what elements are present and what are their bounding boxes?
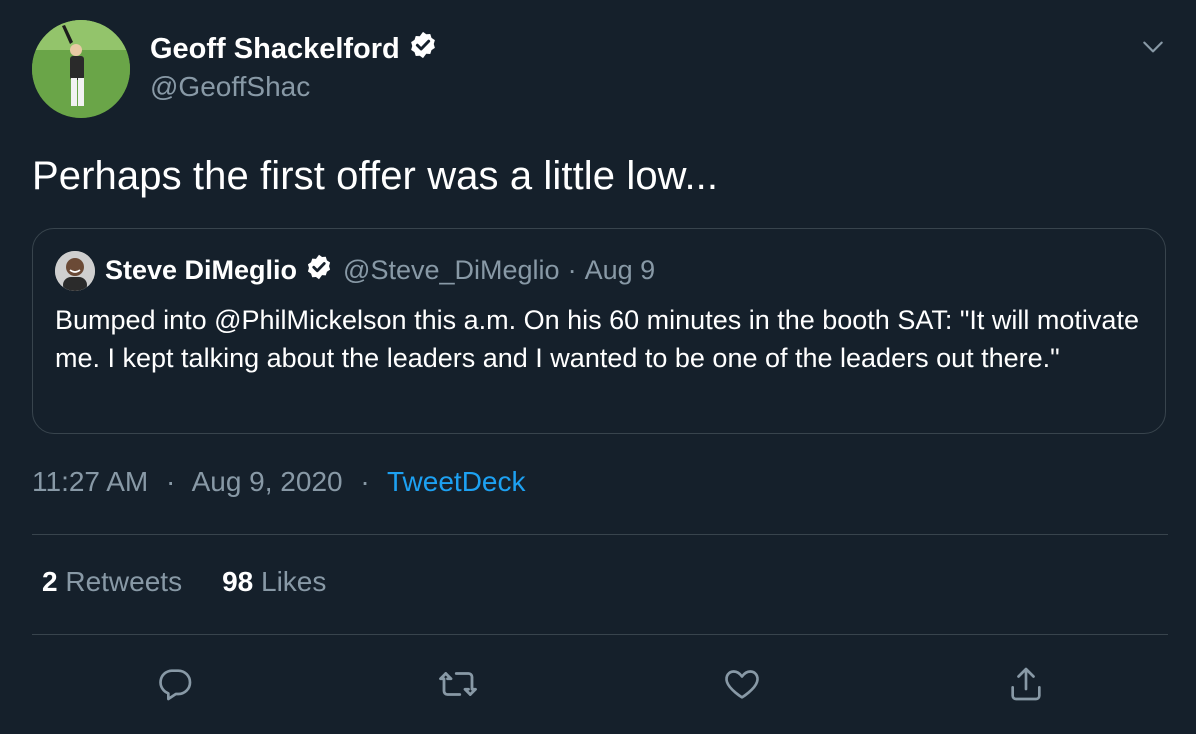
retweets-count: 2 bbox=[42, 566, 58, 597]
tweet-text: Perhaps the first offer was a little low… bbox=[32, 154, 719, 198]
retweet-button[interactable] bbox=[436, 664, 480, 708]
verified-badge-icon bbox=[408, 30, 438, 68]
quoted-author-name[interactable]: Steve DiMeglio bbox=[105, 255, 297, 286]
tweet-meta: 11:27 AM · Aug 9, 2020 · TweetDeck bbox=[32, 466, 526, 498]
tweet-card: Geoff Shackelford @GeoffShac Perhaps the… bbox=[0, 0, 1196, 734]
like-button[interactable] bbox=[720, 664, 764, 708]
separator-dot: · bbox=[567, 255, 577, 285]
heart-icon bbox=[722, 664, 762, 709]
quoted-text: Bumped into @PhilMickelson this a.m. On … bbox=[55, 305, 1139, 373]
reply-button[interactable] bbox=[153, 664, 197, 708]
author-name-text[interactable]: Geoff Shackelford bbox=[150, 33, 400, 66]
divider bbox=[32, 534, 1168, 535]
tweet-stats: 2 Retweets 98 Likes bbox=[42, 566, 366, 598]
retweets-stat[interactable]: 2 Retweets bbox=[42, 566, 182, 598]
separator-dot: · bbox=[360, 466, 370, 497]
tweet-time[interactable]: 11:27 AM bbox=[32, 466, 148, 497]
likes-label: Likes bbox=[261, 566, 327, 597]
quoted-tweet[interactable]: Steve DiMeglio @Steve_DiMeglio · Aug 9 B… bbox=[32, 228, 1166, 434]
share-button[interactable] bbox=[1004, 664, 1048, 708]
author-avatar[interactable] bbox=[32, 20, 130, 118]
separator-dot: · bbox=[166, 466, 176, 497]
author-handle[interactable]: @GeoffShac bbox=[150, 71, 310, 103]
reply-icon bbox=[155, 664, 195, 709]
tweet-source-link[interactable]: TweetDeck bbox=[387, 466, 526, 497]
quoted-author-handle[interactable]: @Steve_DiMeglio bbox=[343, 255, 560, 286]
retweets-label: Retweets bbox=[65, 566, 183, 597]
quoted-header: Steve DiMeglio @Steve_DiMeglio · Aug 9 bbox=[105, 253, 655, 288]
tweet-date[interactable]: Aug 9, 2020 bbox=[192, 466, 343, 497]
verified-badge-icon bbox=[305, 253, 333, 288]
share-icon bbox=[1006, 664, 1046, 709]
divider bbox=[32, 634, 1168, 635]
quoted-author-avatar[interactable] bbox=[55, 251, 95, 291]
author-name[interactable]: Geoff Shackelford bbox=[150, 30, 438, 68]
tweet-actions bbox=[0, 664, 1196, 708]
quoted-date[interactable]: Aug 9 bbox=[585, 255, 656, 286]
retweet-icon bbox=[437, 663, 479, 710]
likes-stat[interactable]: 98 Likes bbox=[222, 566, 326, 598]
chevron-down-icon[interactable] bbox=[1138, 32, 1168, 62]
likes-count: 98 bbox=[222, 566, 254, 597]
